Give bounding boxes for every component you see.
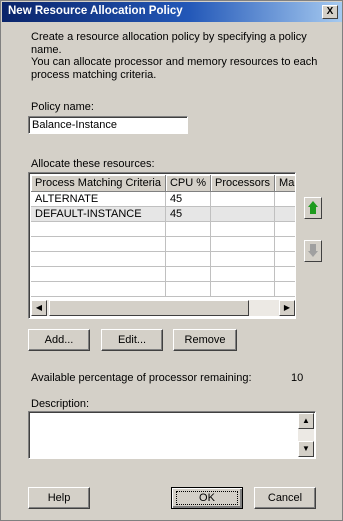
dialog-title: New Resource Allocation Policy — [8, 5, 183, 17]
table-cell — [210, 266, 276, 282]
column-header[interactable]: CPU % — [165, 175, 212, 192]
scroll-down-button[interactable]: ▼ — [298, 441, 314, 457]
resource-grid[interactable]: Process Matching Criteria CPU % Processo… — [28, 172, 296, 319]
table-cell — [210, 221, 276, 237]
edit-button[interactable]: Edit... — [101, 329, 163, 351]
policy-name-input[interactable]: Balance-Instance — [28, 116, 188, 134]
table-cell — [31, 266, 166, 282]
table-row[interactable] — [31, 266, 295, 282]
vertical-scrollbar[interactable]: ▲ ▼ — [298, 413, 314, 457]
table-cell — [274, 221, 295, 237]
ok-button[interactable]: OK — [171, 487, 243, 509]
table-cell — [31, 236, 166, 252]
scroll-down-icon: ▼ — [302, 444, 310, 453]
table-cell — [31, 221, 166, 237]
table-cell: ALTERNATE — [31, 191, 166, 207]
close-button[interactable]: X — [322, 5, 338, 19]
table-cell — [165, 266, 212, 282]
table-row[interactable]: ALTERNATE 45 — [31, 191, 295, 207]
table-cell — [274, 251, 295, 267]
add-button[interactable]: Add... — [28, 329, 90, 351]
table-cell — [165, 251, 212, 267]
table-cell — [274, 191, 295, 207]
table-cell: 45 — [165, 206, 212, 222]
close-icon: X — [326, 6, 334, 17]
help-button[interactable]: Help — [28, 487, 90, 509]
column-header[interactable]: Processors — [210, 175, 276, 192]
resource-table: Process Matching Criteria CPU % Processo… — [31, 175, 295, 297]
table-cell: 45 — [165, 191, 212, 207]
move-up-button[interactable] — [304, 197, 322, 219]
grid-header-row: Process Matching Criteria CPU % Processo… — [31, 175, 295, 192]
remove-button[interactable]: Remove — [173, 329, 237, 351]
table-cell — [31, 281, 166, 297]
description-textarea[interactable]: ▲ ▼ — [28, 411, 316, 459]
table-row[interactable]: DEFAULT-INSTANCE 45 — [31, 206, 295, 222]
table-cell: DEFAULT-INSTANCE — [31, 206, 166, 222]
policy-name-value: Balance-Instance — [32, 119, 117, 131]
available-percentage-value: 10 — [291, 372, 304, 384]
available-percentage-label: Available percentage of processor remain… — [31, 372, 252, 384]
scroll-right-icon: ▶ — [283, 303, 291, 312]
description-label: Description: — [31, 398, 90, 410]
scroll-left-button[interactable]: ◀ — [31, 300, 47, 316]
allocate-resources-label: Allocate these resources: — [31, 158, 155, 170]
focus-rectangle — [176, 491, 238, 505]
table-cell — [210, 206, 276, 222]
table-row[interactable] — [31, 236, 295, 252]
title-bar[interactable]: New Resource Allocation Policy X — [2, 2, 342, 22]
intro-text: Create a resource allocation policy by s… — [31, 31, 318, 81]
table-cell — [210, 251, 276, 267]
policy-name-label: Policy name: — [31, 101, 94, 113]
scroll-up-button[interactable]: ▲ — [298, 413, 314, 429]
table-cell — [31, 251, 166, 267]
table-cell — [274, 236, 295, 252]
table-cell — [274, 281, 295, 297]
table-cell — [165, 236, 212, 252]
column-header[interactable]: Ma — [274, 175, 295, 192]
table-cell — [210, 191, 276, 207]
scroll-thumb[interactable] — [49, 300, 249, 316]
horizontal-scrollbar[interactable]: ◀ ▶ — [31, 300, 295, 316]
scroll-right-button[interactable]: ▶ — [279, 300, 295, 316]
table-cell — [274, 266, 295, 282]
dialog-window: New Resource Allocation Policy X Create … — [0, 0, 343, 521]
table-cell — [165, 281, 212, 297]
scroll-up-icon: ▲ — [302, 416, 310, 425]
table-cell — [165, 221, 212, 237]
scroll-left-icon: ◀ — [35, 303, 43, 312]
table-row[interactable] — [31, 251, 295, 267]
table-row[interactable] — [31, 281, 295, 297]
table-cell — [210, 236, 276, 252]
table-row[interactable] — [31, 221, 295, 237]
table-cell — [274, 206, 295, 222]
table-cell — [210, 281, 276, 297]
column-header[interactable]: Process Matching Criteria — [31, 175, 166, 192]
move-down-button[interactable] — [304, 240, 322, 262]
cancel-button[interactable]: Cancel — [254, 487, 316, 509]
